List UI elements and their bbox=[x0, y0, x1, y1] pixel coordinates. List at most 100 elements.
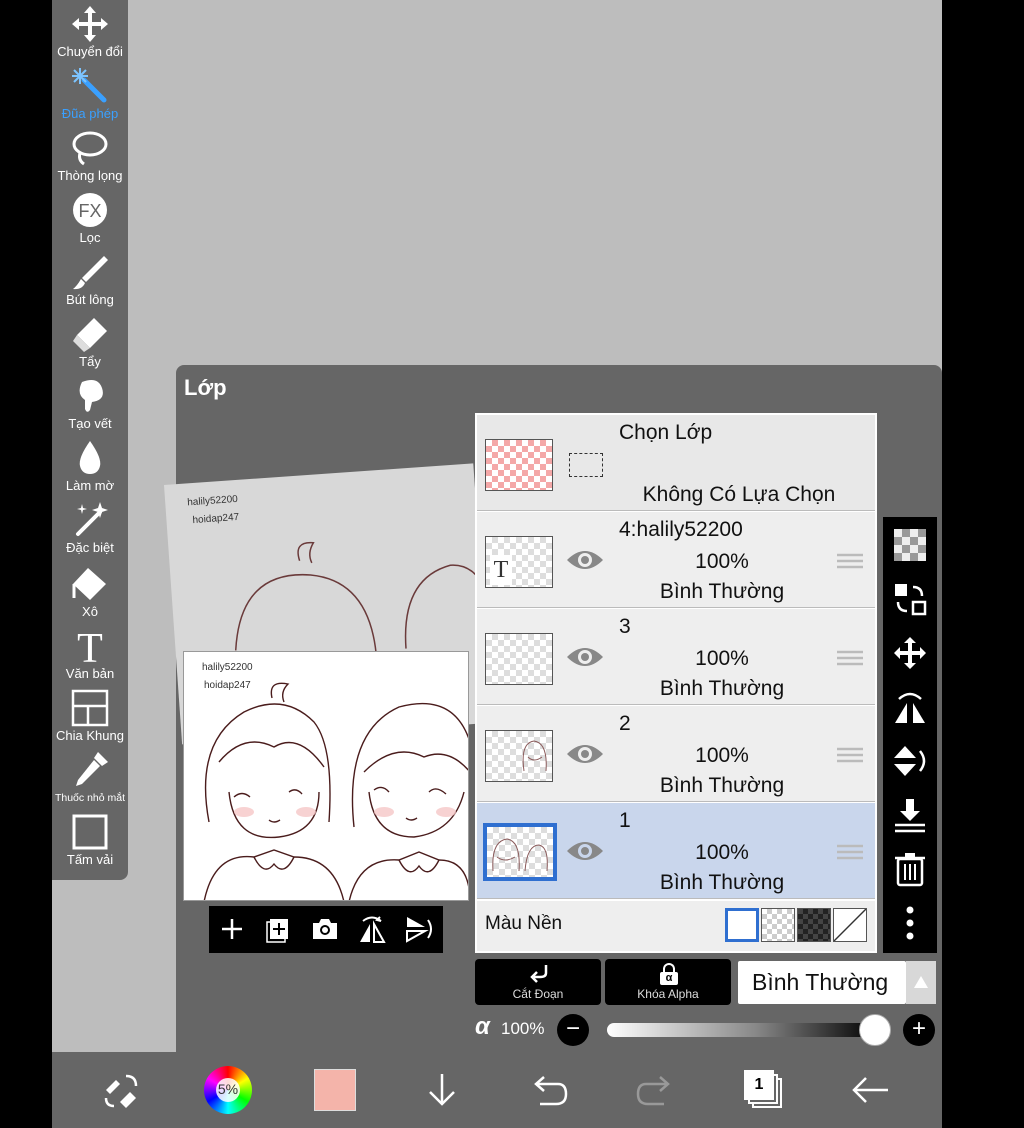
layer-thumbnail bbox=[485, 730, 553, 782]
layer-thumbnail bbox=[485, 633, 553, 685]
drag-handle-icon[interactable] bbox=[837, 649, 863, 667]
selection-title: Chọn Lớp bbox=[619, 421, 713, 444]
opacity-increase-button[interactable]: + bbox=[903, 1014, 935, 1046]
selection-thumbnail bbox=[485, 439, 553, 491]
selection-layer-row[interactable]: Chọn Lớp Không Có Lựa Chọn bbox=[477, 415, 875, 511]
svg-text:FX: FX bbox=[78, 201, 101, 221]
drag-handle-icon[interactable] bbox=[837, 552, 863, 570]
flip-layer-horizontal-icon[interactable] bbox=[892, 689, 928, 725]
merge-down-icon[interactable] bbox=[892, 797, 928, 833]
text-icon: T bbox=[77, 626, 103, 666]
clipping-button[interactable]: Cắt Đoạn bbox=[475, 959, 601, 1005]
drag-handle-icon[interactable] bbox=[837, 746, 863, 764]
visibility-eye-icon[interactable] bbox=[565, 546, 605, 574]
layer-blend-mode: Bình Thường bbox=[659, 677, 785, 700]
fx-filter-icon: FX bbox=[73, 193, 107, 227]
artwork-drawing bbox=[203, 682, 468, 900]
tool-label: Làm mờ bbox=[65, 478, 115, 493]
background-white-swatch[interactable] bbox=[725, 908, 759, 942]
layer-opacity: 100% bbox=[695, 841, 749, 864]
layer-action-bar bbox=[209, 906, 443, 953]
drag-handle-icon[interactable] bbox=[837, 843, 863, 861]
flip-horizontal-icon[interactable] bbox=[355, 912, 389, 946]
selection-status: Không Có Lựa Chọn bbox=[642, 483, 836, 506]
tool-text[interactable]: T Văn bản bbox=[52, 624, 128, 686]
tool-lasso[interactable]: Thòng lọng bbox=[52, 126, 128, 188]
layer-row-active[interactable]: 1 100% Bình Thường bbox=[477, 803, 875, 899]
opacity-decrease-button[interactable]: − bbox=[557, 1014, 589, 1046]
tool-blur[interactable]: Làm mờ bbox=[52, 436, 128, 498]
tool-bucket[interactable]: Xô bbox=[52, 562, 128, 624]
tool-special[interactable]: Đặc biệt bbox=[52, 498, 128, 560]
blur-drop-icon bbox=[79, 441, 101, 474]
layers-count-button[interactable]: 1 bbox=[744, 1070, 784, 1110]
swap-layer-icon[interactable] bbox=[892, 581, 928, 617]
layer-thumbnail: T bbox=[485, 536, 553, 588]
layer-thumbnail-sketch bbox=[522, 740, 547, 772]
tool-magic-wand[interactable]: Đũa phép bbox=[52, 64, 128, 126]
background-none-swatch[interactable] bbox=[833, 908, 867, 942]
alpha-lock-button[interactable]: α Khóa Alpha bbox=[605, 959, 731, 1005]
move-layer-icon[interactable] bbox=[892, 635, 928, 671]
clipping-label: Cắt Đoạn bbox=[512, 987, 564, 1001]
special-sparkle-icon bbox=[76, 502, 108, 536]
layer-row[interactable]: 2 100% Bình Thường bbox=[477, 706, 875, 802]
background-checker-swatch[interactable] bbox=[761, 908, 795, 942]
tool-label: Lọc bbox=[79, 230, 101, 245]
layer-preview[interactable]: halily52200 hoidap247 bbox=[183, 651, 469, 901]
more-options-icon[interactable] bbox=[892, 905, 928, 941]
tool-label: Bút lông bbox=[66, 292, 114, 307]
add-layer-icon[interactable] bbox=[215, 912, 249, 946]
visibility-eye-icon[interactable] bbox=[565, 643, 605, 671]
layer-blend-mode: Bình Thường bbox=[659, 580, 785, 603]
flip-vertical-icon[interactable] bbox=[401, 912, 435, 946]
lasso-icon bbox=[72, 131, 108, 166]
tool-transform[interactable]: Chuyển đổi bbox=[52, 2, 128, 64]
quick-tool-switch-icon[interactable] bbox=[100, 1068, 144, 1112]
layer-row[interactable]: 3 100% Bình Thường bbox=[477, 609, 875, 705]
tool-canvas[interactable]: Tấm vải bbox=[52, 810, 128, 872]
left-toolbar: Chuyển đổi Đũa phép Thòng lọng FX Lọc Bú… bbox=[52, 0, 128, 880]
opacity-row: α 100% − + bbox=[475, 1013, 937, 1047]
layers-list: Chọn Lớp Không Có Lựa Chọn T 4:halily522… bbox=[475, 413, 877, 953]
watermark-text: halily52200 bbox=[186, 493, 239, 509]
smudge-icon bbox=[79, 380, 103, 412]
visibility-eye-icon[interactable] bbox=[565, 837, 605, 865]
redo-icon[interactable] bbox=[634, 1068, 678, 1112]
opacity-slider-knob[interactable] bbox=[859, 1014, 891, 1046]
brush-icon bbox=[73, 256, 108, 290]
background-color-row: Màu Nền bbox=[477, 901, 875, 951]
tool-eraser[interactable]: Tẩy bbox=[52, 312, 128, 374]
alpha-lock-glyph: α bbox=[660, 972, 678, 985]
tool-label: Văn bản bbox=[65, 666, 115, 681]
background-dark-checker-swatch[interactable] bbox=[797, 908, 831, 942]
tool-filter[interactable]: FX Lọc bbox=[52, 188, 128, 250]
tool-eyedropper[interactable]: Thuốc nhỏ mắt bbox=[52, 748, 128, 810]
tool-brush[interactable]: Bút lông bbox=[52, 250, 128, 312]
flip-layer-vertical-icon[interactable] bbox=[892, 743, 928, 779]
tool-frame-divider[interactable]: Chia Khung bbox=[52, 686, 128, 748]
layer-row[interactable]: T 4:halily52200 100% Bình Thường bbox=[477, 512, 875, 608]
camera-icon[interactable] bbox=[308, 912, 342, 946]
blend-mode-dropdown-button[interactable] bbox=[906, 961, 936, 1004]
current-color-swatch[interactable] bbox=[314, 1069, 356, 1111]
tool-label: Chia Khung bbox=[56, 728, 124, 743]
blend-mode-select[interactable]: Bình Thường bbox=[738, 961, 906, 1004]
visibility-eye-icon[interactable] bbox=[565, 740, 605, 768]
arrow-down-icon[interactable] bbox=[420, 1068, 464, 1112]
back-arrow-icon[interactable] bbox=[848, 1068, 892, 1112]
duplicate-layer-icon[interactable] bbox=[261, 912, 295, 946]
tool-label: Tấm vải bbox=[66, 852, 114, 867]
layer-tools-column bbox=[883, 517, 937, 953]
opacity-slider-track[interactable] bbox=[607, 1023, 877, 1037]
undo-icon[interactable] bbox=[526, 1068, 570, 1112]
background-label: Màu Nền bbox=[485, 913, 563, 934]
color-wheel-button[interactable]: 5% bbox=[204, 1066, 252, 1114]
delete-layer-icon[interactable] bbox=[892, 851, 928, 887]
layer-name: 3 bbox=[619, 615, 631, 638]
bottom-toolbar: 5% 1 bbox=[52, 1052, 942, 1128]
eyedropper-icon bbox=[76, 752, 108, 786]
tool-smudge[interactable]: Tạo vết bbox=[52, 374, 128, 436]
transparency-checker-icon[interactable] bbox=[892, 527, 928, 563]
tool-label: Tạo vết bbox=[68, 416, 112, 431]
